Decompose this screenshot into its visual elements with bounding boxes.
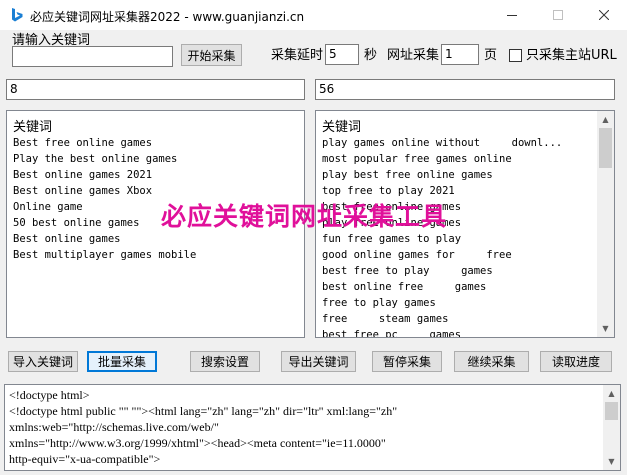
delay-label: 采集延时	[271, 48, 324, 63]
output-scrollbar[interactable]: ▲ ▼	[603, 385, 620, 470]
watermark-title: 必应关键词网址采集工具	[161, 202, 448, 231]
left-list-header: 关键词	[13, 120, 53, 135]
list-item[interactable]: fun free games to play	[322, 231, 562, 247]
html-output-textarea[interactable]: <!doctype html> <!doctype html public "" …	[4, 384, 621, 471]
pages-unit-label: 页	[484, 48, 498, 63]
pages-label: 网址采集	[387, 48, 440, 63]
output-line: <!doctype html>	[9, 388, 90, 402]
list-item[interactable]: best free to play games	[322, 263, 562, 279]
right-list-items: play games online without downl... most p…	[322, 135, 562, 337]
scroll-up-icon[interactable]: ▲	[603, 385, 620, 402]
start-collect-button[interactable]: 开始采集	[181, 44, 242, 66]
delay-unit-label: 秒	[364, 48, 378, 63]
list-item[interactable]: Best free online games	[13, 135, 196, 151]
right-list-scrollbar[interactable]: ▲ ▼	[597, 111, 614, 337]
output-line: xmlns:web="http://schemas.live.com/web/"	[9, 420, 219, 434]
list-item[interactable]: Best online games 2021	[13, 167, 196, 183]
read-progress-button[interactable]: 读取进度	[540, 351, 612, 372]
close-button[interactable]	[581, 0, 627, 30]
scroll-up-icon[interactable]: ▲	[597, 111, 614, 128]
list-item[interactable]: best online free games	[322, 279, 562, 295]
delay-input[interactable]: 5	[325, 44, 359, 65]
list-item[interactable]: free steam games	[322, 311, 562, 327]
pages-input[interactable]: 1	[441, 44, 479, 65]
scroll-down-icon[interactable]: ▼	[597, 320, 614, 337]
minimize-button[interactable]	[489, 0, 535, 30]
pause-collect-button[interactable]: 暂停采集	[372, 351, 442, 372]
right-count-field[interactable]: 56	[315, 79, 615, 100]
title-bar: 必应关键词网址采集器2022 - www.guanjianzi.cn	[0, 0, 627, 30]
list-item[interactable]: Play the best online games	[13, 151, 196, 167]
list-item[interactable]: Best online games	[13, 231, 196, 247]
right-list-header: 关键词	[322, 120, 362, 135]
bing-icon	[12, 8, 23, 22]
output-line: xmlns="http://www.w3.org/1999/xhtml"><he…	[9, 436, 386, 450]
list-item[interactable]: play best free online games	[322, 167, 562, 183]
keyword-input[interactable]	[12, 46, 173, 67]
list-item[interactable]: Best multiplayer games mobile	[13, 247, 196, 263]
list-item[interactable]: best free pc games	[322, 327, 562, 337]
scroll-down-icon[interactable]: ▼	[603, 453, 620, 470]
main-site-only-checkbox[interactable]	[509, 49, 522, 62]
output-line: http-equiv="x-ua-compatible">	[9, 452, 161, 466]
resume-collect-button[interactable]: 继续采集	[454, 351, 529, 372]
list-item[interactable]: good online games for free	[322, 247, 562, 263]
close-icon	[599, 10, 609, 20]
import-keywords-button[interactable]: 导入关键词	[8, 351, 78, 372]
export-keywords-button[interactable]: 导出关键词	[281, 351, 356, 372]
scroll-thumb[interactable]	[605, 402, 618, 420]
maximize-button[interactable]	[535, 0, 581, 30]
batch-collect-button[interactable]: 批量采集	[87, 351, 157, 372]
scroll-thumb[interactable]	[599, 128, 612, 168]
list-item[interactable]: most popular free games online	[322, 151, 562, 167]
minimize-icon	[507, 15, 517, 16]
main-site-only-label: 只采集主站URL	[526, 48, 617, 63]
window-title: 必应关键词网址采集器2022 - www.guanjianzi.cn	[30, 10, 305, 24]
search-settings-button[interactable]: 搜索设置	[190, 351, 260, 372]
left-count-field[interactable]: 8	[6, 79, 305, 100]
list-item[interactable]: free to play games	[322, 295, 562, 311]
html-output-text: <!doctype html> <!doctype html public "" …	[9, 387, 397, 467]
output-line: <!doctype html public "" ""><html lang="…	[9, 404, 398, 418]
list-item[interactable]: play games online without downl...	[322, 135, 562, 151]
maximize-icon	[553, 10, 563, 20]
